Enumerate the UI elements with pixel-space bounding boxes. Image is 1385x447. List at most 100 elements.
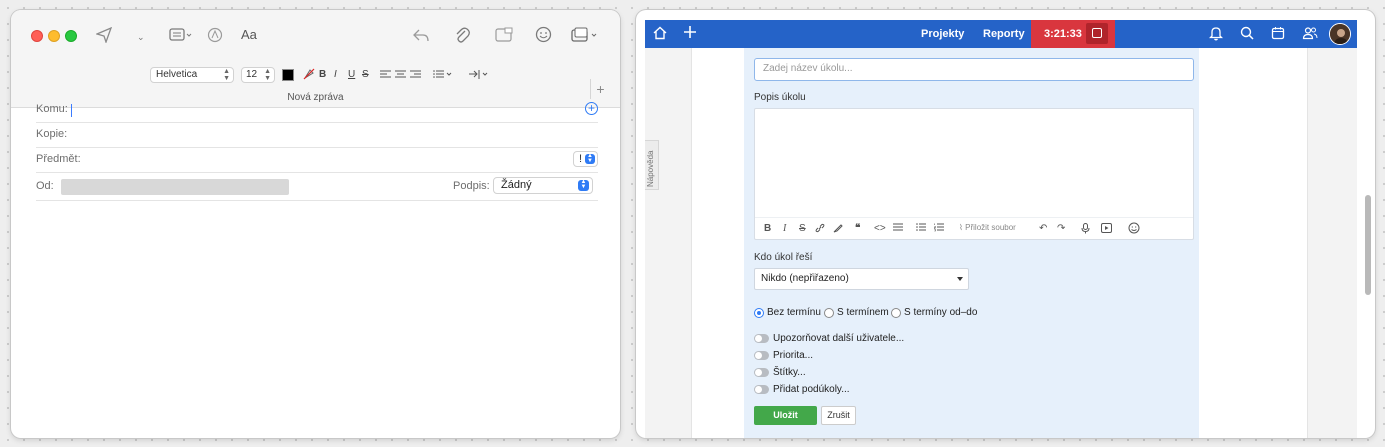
background-color-icon[interactable] bbox=[303, 68, 315, 85]
from-account-select[interactable] bbox=[61, 179, 289, 195]
deadline-range-radio[interactable] bbox=[891, 308, 901, 318]
add-contact-icon[interactable]: + bbox=[585, 102, 598, 115]
task-name-input[interactable]: Zadej název úkolu... bbox=[754, 58, 1194, 81]
subject-field[interactable]: Předmět: ! ▲ ▼ bbox=[36, 148, 598, 173]
signature-value: Žádný bbox=[501, 179, 532, 191]
stop-icon bbox=[1092, 28, 1102, 38]
undo-icon[interactable]: ↶ bbox=[1039, 222, 1047, 236]
format-aa-button[interactable]: Aa bbox=[241, 27, 257, 43]
new-task-form: Zadej název úkolu... Popis úkolu B I S ❝ bbox=[744, 48, 1199, 438]
nav-projects[interactable]: Projekty bbox=[921, 28, 964, 40]
add-icon[interactable] bbox=[683, 25, 697, 42]
new-tab-button[interactable]: + bbox=[590, 79, 610, 99]
numbered-list-icon[interactable] bbox=[934, 223, 944, 237]
format-bar: Helvetica ▲ ▼ 12 ▲ ▼ B I U S bbox=[11, 67, 620, 85]
attachment-icon[interactable] bbox=[454, 26, 470, 44]
attach-file-button[interactable]: ⌇ Přiložit soubor bbox=[959, 223, 1016, 232]
emoji-icon[interactable] bbox=[535, 26, 552, 43]
toggle-label: Priorita... bbox=[773, 350, 814, 361]
app-header: Projekty Reporty 3:21:33 bbox=[645, 20, 1357, 48]
home-icon[interactable] bbox=[653, 26, 667, 43]
text-cursor bbox=[71, 104, 72, 117]
from-label: Od: bbox=[36, 180, 54, 192]
toggle-label: Štítky... bbox=[773, 367, 806, 378]
quote-icon[interactable]: ❝ bbox=[855, 222, 860, 236]
strikethrough-button[interactable]: S bbox=[362, 68, 369, 82]
save-button[interactable]: Uložit bbox=[754, 406, 817, 425]
paperclip-icon: ⌇ bbox=[959, 223, 963, 232]
deadline-none-label[interactable]: Bez termínu bbox=[767, 307, 821, 318]
deadline-single-label[interactable]: S termínem bbox=[837, 307, 889, 318]
cc-field[interactable]: Kopie: bbox=[36, 123, 598, 148]
send-icon[interactable] bbox=[96, 27, 112, 43]
chevron-down-icon[interactable]: ⌄ bbox=[137, 29, 145, 45]
caret-down-icon bbox=[957, 277, 963, 281]
bold-button[interactable]: B bbox=[319, 68, 326, 82]
align-right-icon[interactable] bbox=[410, 70, 421, 84]
avatar[interactable] bbox=[1329, 23, 1351, 45]
toggle-switch[interactable] bbox=[754, 385, 769, 394]
cancel-button[interactable]: Zrušit bbox=[821, 406, 856, 425]
minimize-window-button[interactable] bbox=[48, 30, 60, 42]
description-label: Popis úkolu bbox=[754, 92, 806, 103]
italic-button[interactable]: I bbox=[334, 68, 337, 82]
toggle-switch[interactable] bbox=[754, 334, 769, 343]
content-card: Zadej název úkolu... Popis úkolu B I S ❝ bbox=[691, 48, 1308, 438]
nav-reports[interactable]: Reporty bbox=[983, 28, 1025, 40]
zoom-window-button[interactable] bbox=[65, 30, 77, 42]
users-icon[interactable] bbox=[1302, 26, 1318, 43]
scrollbar[interactable] bbox=[1365, 195, 1371, 295]
close-window-button[interactable] bbox=[31, 30, 43, 42]
signature-select[interactable]: Žádný ▲ ▼ bbox=[493, 177, 593, 194]
toggle-switch[interactable] bbox=[754, 368, 769, 377]
mail-compose-window: ⌄ Aa Helvetica ▲ ▼ 12 ▲ ▼ B I U S Nová z… bbox=[11, 10, 620, 438]
calendar-icon[interactable] bbox=[1271, 26, 1285, 43]
to-field[interactable]: Komu: + bbox=[36, 98, 598, 123]
highlight-icon[interactable] bbox=[833, 223, 843, 238]
microphone-icon[interactable] bbox=[1081, 223, 1090, 239]
from-row: Od: Podpis: Žádný ▲ ▼ bbox=[36, 175, 598, 201]
help-tab[interactable]: Nápověda bbox=[645, 140, 659, 190]
indent-icon[interactable] bbox=[469, 70, 489, 84]
select-arrows-icon: ▲ ▼ bbox=[585, 153, 595, 164]
stop-timer-button[interactable] bbox=[1086, 23, 1108, 44]
redo-icon[interactable]: ↷ bbox=[1057, 222, 1065, 236]
description-editor[interactable]: B I S ❝ <> ⌇ Přiložit soubor ↶ ↷ bbox=[754, 108, 1194, 240]
bullet-list-icon[interactable] bbox=[916, 223, 926, 237]
italic-icon[interactable]: I bbox=[783, 222, 786, 236]
deadline-range-label[interactable]: S termíny od–do bbox=[904, 307, 977, 318]
video-icon[interactable] bbox=[1101, 223, 1112, 238]
signature-label: Podpis: bbox=[453, 180, 490, 192]
font-size-select[interactable]: 12 ▲ ▼ bbox=[241, 67, 275, 83]
align-left-icon[interactable] bbox=[380, 70, 391, 84]
assignee-select[interactable]: Nikdo (nepřiřazeno) bbox=[754, 268, 969, 290]
link-icon[interactable] bbox=[815, 223, 825, 238]
code-icon[interactable]: <> bbox=[874, 222, 886, 236]
font-family-select[interactable]: Helvetica ▲ ▼ bbox=[150, 67, 234, 83]
align-icon[interactable] bbox=[893, 223, 903, 237]
reply-icon[interactable] bbox=[413, 27, 429, 43]
bell-icon[interactable] bbox=[1208, 26, 1224, 44]
app-body: Nápověda Zadej název úkolu... Popis úkol… bbox=[645, 48, 1357, 438]
markup-icon[interactable] bbox=[207, 27, 223, 43]
priority-value: ! bbox=[579, 153, 583, 165]
priority-select[interactable]: ! ▲ ▼ bbox=[573, 151, 598, 167]
header-fields-icon[interactable] bbox=[169, 27, 193, 43]
toggle-label: Přidat podúkoly... bbox=[773, 384, 850, 395]
photo-insert-icon[interactable] bbox=[571, 27, 599, 43]
font-size-value: 12 bbox=[246, 69, 258, 80]
text-color-swatch[interactable] bbox=[282, 69, 294, 81]
photo-browser-icon[interactable] bbox=[495, 27, 513, 43]
list-style-icon[interactable] bbox=[433, 70, 453, 84]
deadline-single-radio[interactable] bbox=[824, 308, 834, 318]
deadline-none-radio[interactable] bbox=[754, 308, 764, 318]
toggle-switch[interactable] bbox=[754, 351, 769, 360]
align-center-icon[interactable] bbox=[395, 70, 406, 84]
emoji-icon[interactable] bbox=[1128, 222, 1140, 239]
bold-icon[interactable]: B bbox=[764, 222, 771, 236]
strikethrough-icon[interactable]: S bbox=[799, 222, 806, 236]
subject-label: Předmět: bbox=[36, 153, 81, 165]
underline-button[interactable]: U bbox=[348, 68, 355, 82]
search-icon[interactable] bbox=[1240, 26, 1254, 43]
assignee-value: Nikdo (nepřiřazeno) bbox=[761, 273, 849, 284]
